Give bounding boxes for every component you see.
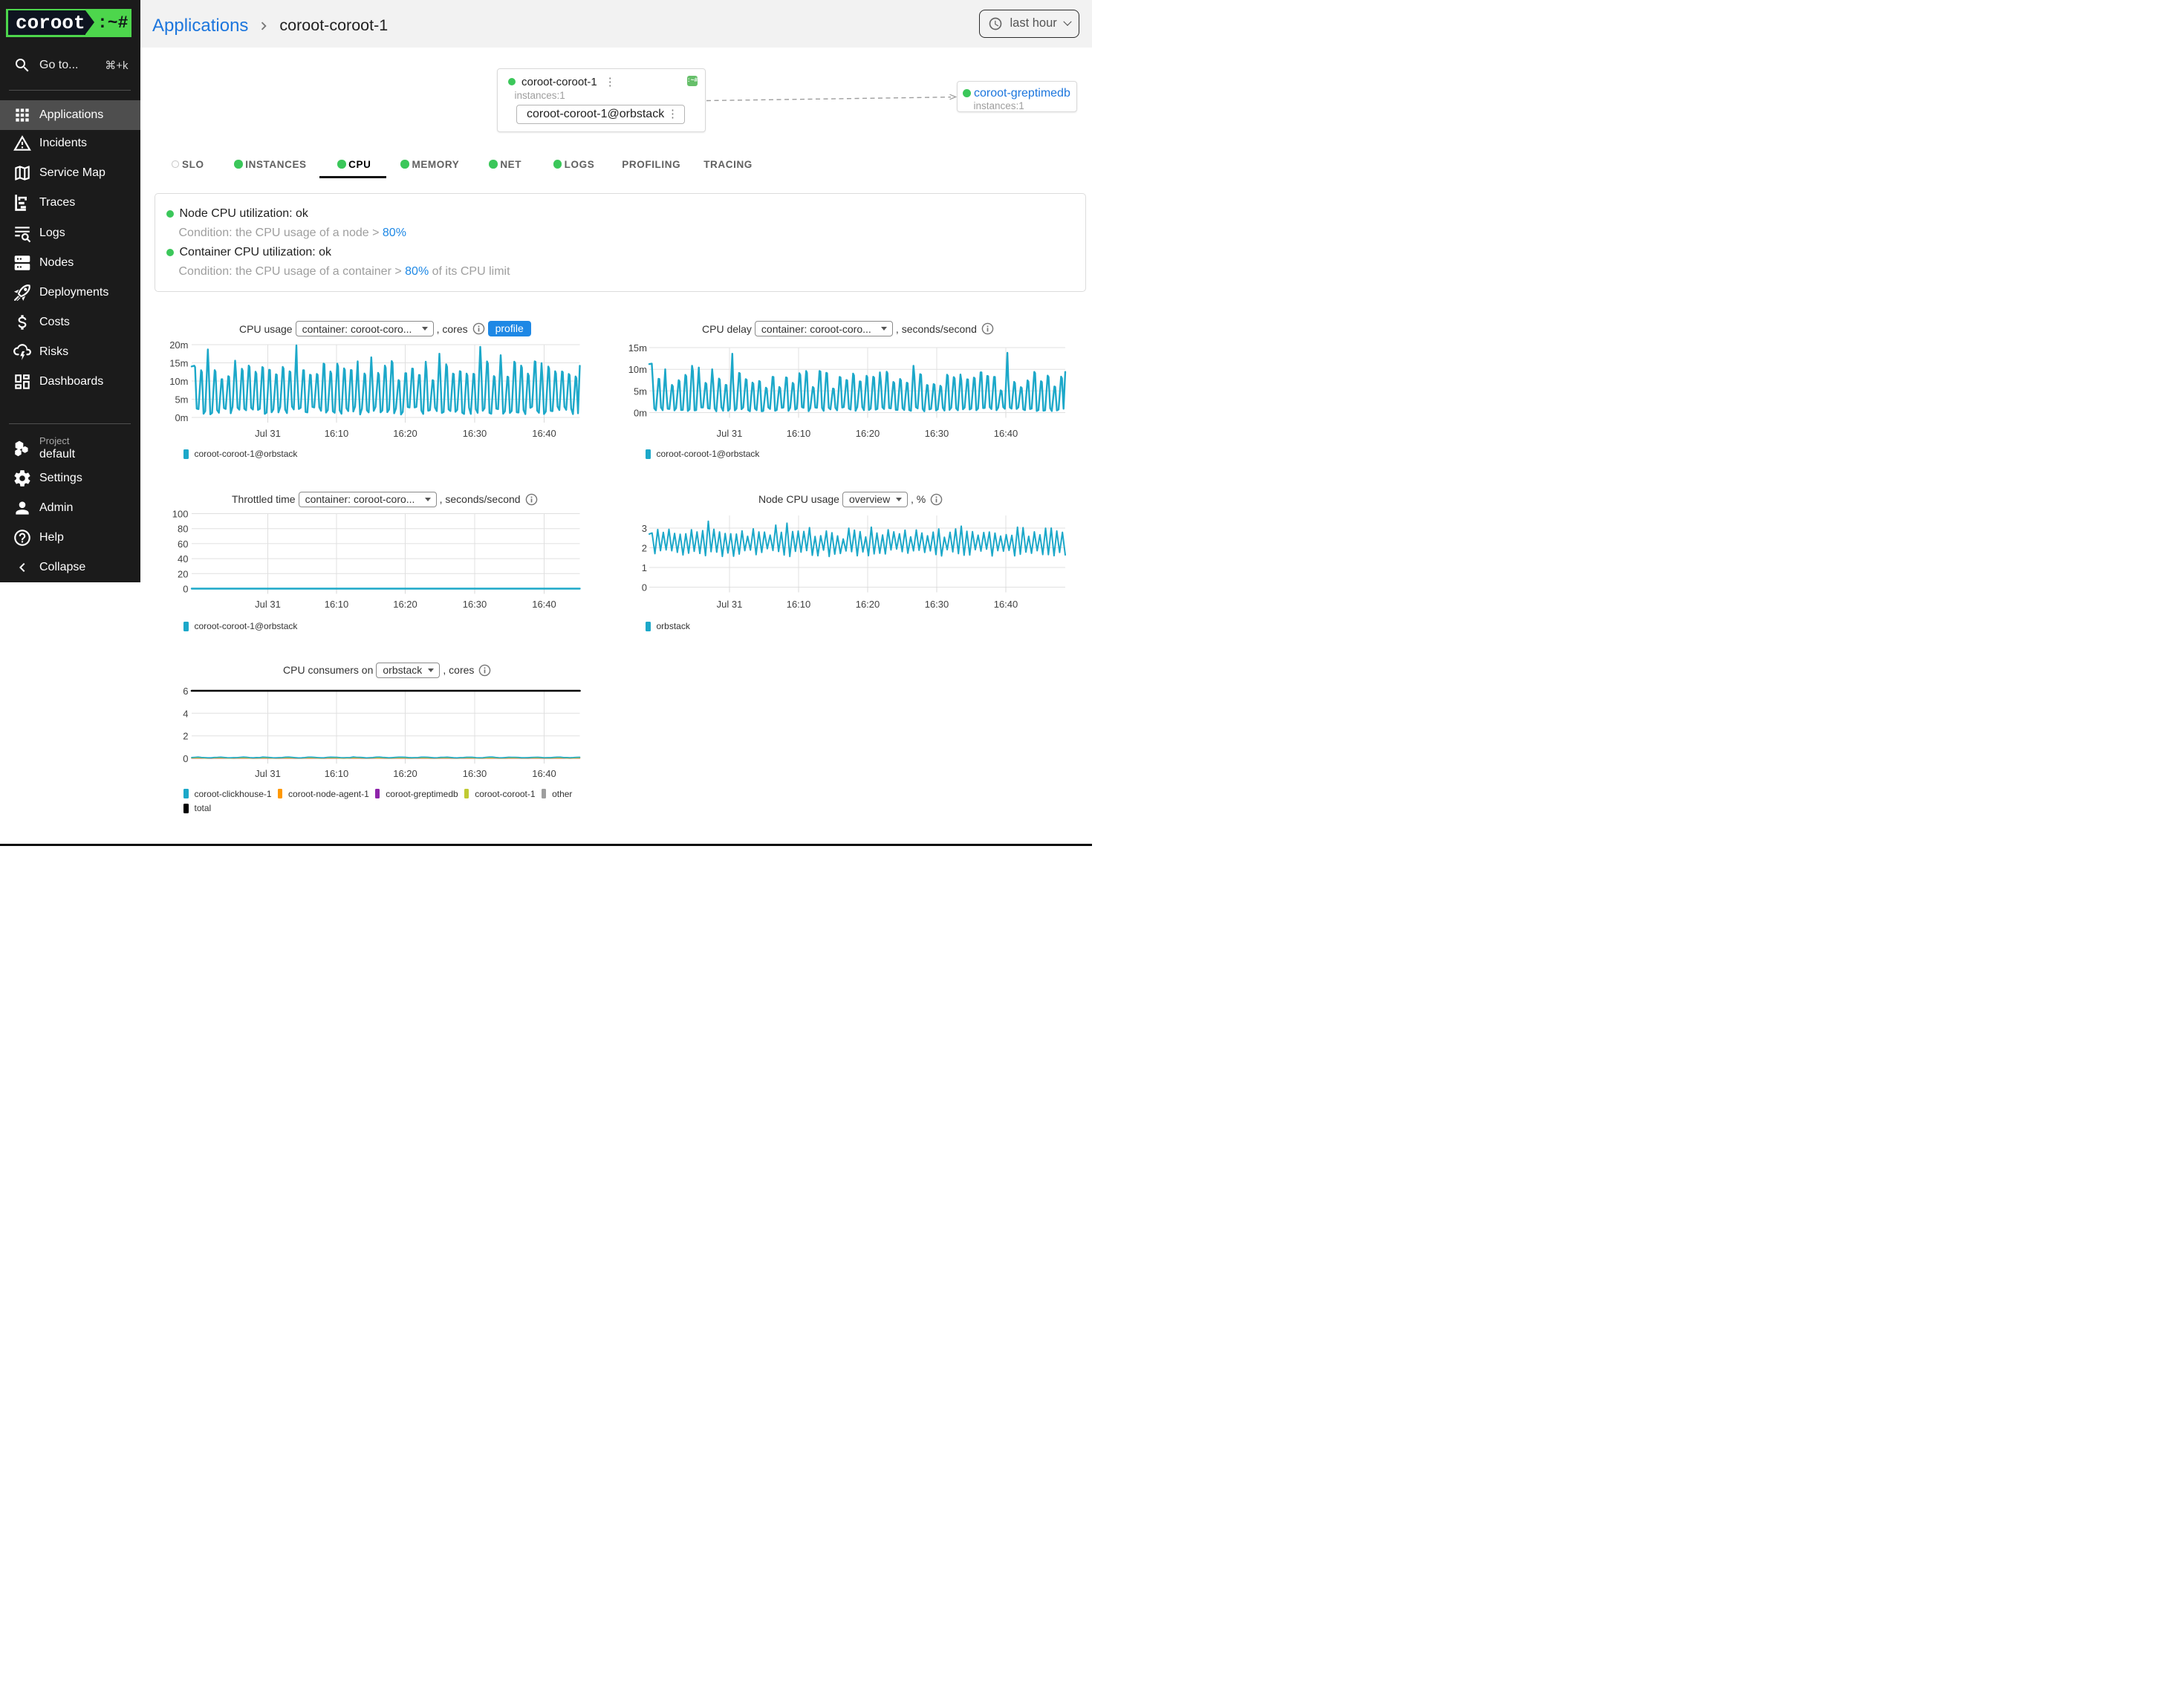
svg-text:2: 2: [183, 731, 188, 742]
svg-text:10m: 10m: [628, 364, 647, 375]
svg-text:16:30: 16:30: [463, 599, 487, 610]
svg-text:3: 3: [642, 523, 647, 534]
svg-text:10m: 10m: [169, 376, 188, 387]
svg-text:15m: 15m: [169, 358, 188, 369]
svg-text:0: 0: [183, 584, 188, 595]
svg-text:16:30: 16:30: [925, 599, 949, 610]
svg-text:16:40: 16:40: [994, 599, 1018, 610]
svg-text:Jul 31: Jul 31: [255, 428, 281, 439]
svg-text:40: 40: [178, 553, 188, 564]
svg-text:16:20: 16:20: [393, 599, 417, 610]
svg-text:16:30: 16:30: [463, 428, 487, 439]
svg-text:0: 0: [183, 753, 188, 764]
svg-text:16:40: 16:40: [532, 599, 556, 610]
svg-text:100: 100: [172, 509, 189, 520]
svg-text:16:20: 16:20: [856, 599, 880, 610]
svg-text:1: 1: [642, 562, 647, 573]
svg-text:16:20: 16:20: [856, 428, 880, 439]
svg-text:2: 2: [642, 543, 647, 554]
svg-text:16:40: 16:40: [532, 428, 556, 439]
svg-text:6: 6: [183, 686, 188, 697]
svg-text:16:10: 16:10: [787, 599, 811, 610]
svg-text:16:10: 16:10: [787, 428, 811, 439]
svg-text:20m: 20m: [169, 339, 188, 351]
svg-text:Jul 31: Jul 31: [255, 768, 281, 779]
svg-text:16:10: 16:10: [325, 428, 349, 439]
svg-text:15m: 15m: [628, 342, 647, 354]
svg-text:16:40: 16:40: [532, 768, 556, 779]
svg-text:16:10: 16:10: [325, 599, 349, 610]
svg-text:0m: 0m: [634, 408, 647, 419]
svg-text:16:30: 16:30: [925, 428, 949, 439]
svg-text:5m: 5m: [634, 385, 647, 397]
svg-text:0: 0: [642, 582, 647, 593]
svg-text:80: 80: [178, 524, 188, 535]
svg-text:Jul 31: Jul 31: [717, 599, 743, 610]
svg-text:16:10: 16:10: [325, 768, 349, 779]
svg-text:5m: 5m: [175, 394, 188, 406]
svg-text:16:30: 16:30: [463, 768, 487, 779]
svg-text:Jul 31: Jul 31: [255, 599, 281, 610]
svg-text:Jul 31: Jul 31: [717, 428, 743, 439]
svg-text:16:40: 16:40: [994, 428, 1018, 439]
svg-text:60: 60: [178, 538, 188, 550]
svg-text:0m: 0m: [175, 412, 188, 423]
svg-text:4: 4: [183, 708, 188, 719]
svg-text:16:20: 16:20: [393, 768, 417, 779]
svg-text:20: 20: [178, 568, 188, 579]
svg-text:16:20: 16:20: [393, 428, 417, 439]
